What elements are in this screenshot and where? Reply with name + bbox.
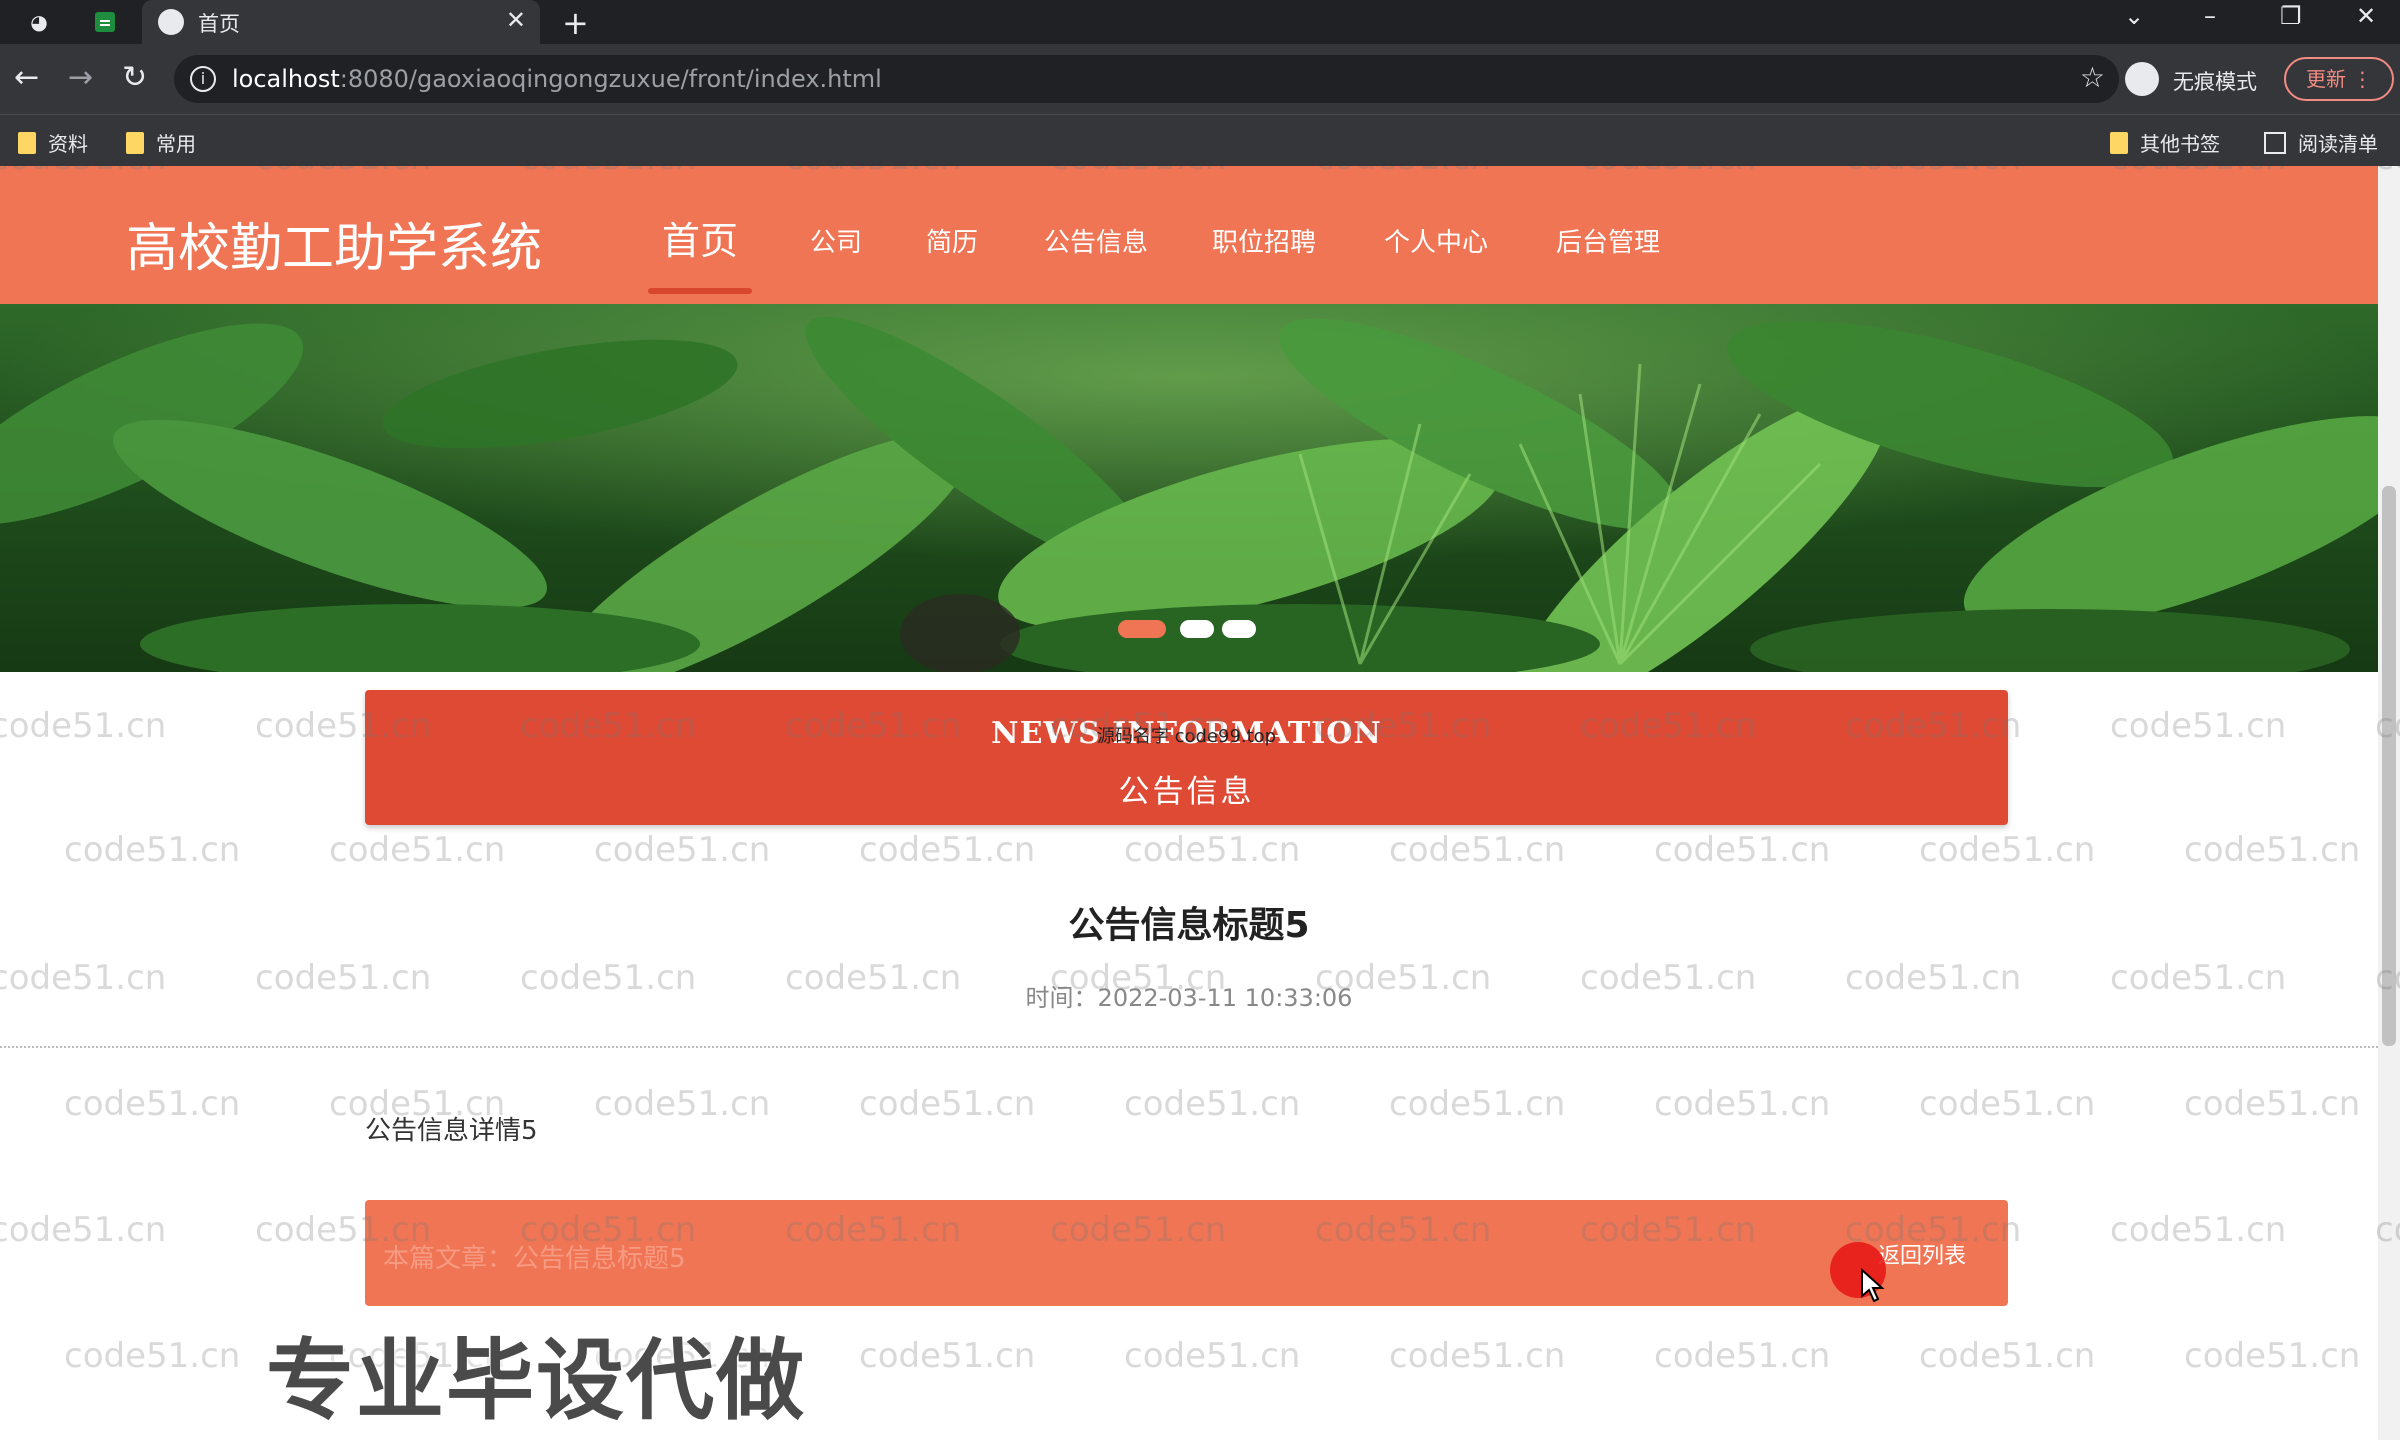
incognito-label: 无痕模式 [2173, 70, 2257, 94]
browser-menu-icon[interactable]: ◕ [26, 9, 52, 35]
folder-icon [18, 131, 36, 154]
watermark-text: code51.cn [594, 1084, 771, 1124]
bookmarks-bar: 资料 常用 其他书签 阅读清单 [0, 114, 2400, 166]
globe-icon [158, 9, 184, 35]
tab-home[interactable]: 首页 ✕ [142, 0, 540, 44]
current-article-label: 本篇文章：公告信息标题5 [383, 1244, 686, 1274]
tab-title: 首页 [198, 12, 240, 36]
watermark-text: code51.cn [1654, 1336, 1831, 1376]
watermark-text: code51.cn [2110, 1210, 2287, 1250]
watermark-text: code51.cn [2184, 1336, 2361, 1376]
watermark-text: code51.cn [2110, 706, 2287, 746]
nav-company[interactable]: 公司 [810, 222, 862, 259]
tab-search-icon[interactable]: ⌄ [2124, 2, 2144, 30]
watermark-text: code51.cn [2184, 1084, 2361, 1124]
watermark-text: code51.cn [64, 830, 241, 870]
site-title: 高校勤工助学系统 [126, 219, 543, 279]
jungle-banner-image [0, 304, 2378, 672]
incognito-icon [2125, 62, 2159, 96]
reload-icon[interactable]: ↻ [122, 60, 147, 95]
update-button[interactable]: 更新 ⋮ [2284, 57, 2394, 101]
watermark-text: code51.cn [594, 830, 771, 870]
close-tab-icon[interactable]: ✕ [506, 6, 526, 34]
nav-admin[interactable]: 后台管理 [1556, 222, 1660, 259]
promo-overlay-text: 专业毕设代做 [266, 1329, 807, 1432]
section-title-cn: 公告信息 [1118, 774, 1255, 810]
watermark-text: code51.cn [1124, 1336, 1301, 1376]
watermark-text: code51.cn [1124, 830, 1301, 870]
bookmark-folder-0[interactable]: 资料 [18, 128, 88, 157]
page-scrollbar[interactable] [2378, 166, 2400, 1440]
pinned-tab-icon[interactable] [92, 9, 118, 35]
watermark-text: code51.cn [859, 1084, 1036, 1124]
browser-toolbar: ← → ↻ i localhost:8080/gaoxiaoqingongzux… [0, 44, 2400, 114]
watermark-text: code51.cn [2184, 830, 2361, 870]
carousel-dot[interactable] [1180, 620, 1214, 638]
page-viewport: 高校勤工助学系统 首页 公司 简历 公告信息 职位招聘 个人中心 后台管理 NE… [0, 166, 2400, 1440]
watermark-text: code51.cn [859, 830, 1036, 870]
nav-resume[interactable]: 简历 [926, 222, 978, 259]
folder-icon [126, 131, 144, 154]
watermark-text: code51.cn [1389, 1336, 1566, 1376]
other-bookmarks[interactable]: 其他书签 [2110, 128, 2220, 157]
forward-icon[interactable]: → [68, 60, 93, 95]
divider [0, 1046, 2378, 1048]
watermark-text: code51.cn [1654, 1084, 1831, 1124]
restore-icon[interactable]: ❐ [2280, 2, 2302, 30]
window-close-icon[interactable]: ✕ [2356, 2, 2376, 30]
watermark-text: code51.cn [1919, 1084, 2096, 1124]
nav-home[interactable]: 首页 [662, 210, 738, 265]
watermark-text: code51.cn [0, 706, 167, 746]
reading-list-icon [2264, 131, 2286, 154]
nav-active-indicator [648, 288, 752, 294]
nav-notices[interactable]: 公告信息 [1044, 222, 1148, 259]
new-tab-button[interactable]: + [562, 4, 589, 42]
section-header: NEWS INFORMATION 源码名字 code99.top 公告信息 [365, 690, 2008, 825]
nav-jobs[interactable]: 职位招聘 [1212, 222, 1316, 259]
address-bar[interactable]: i localhost:8080/gaoxiaoqingongzuxue/fro… [174, 55, 2119, 103]
minimize-icon[interactable]: – [2204, 2, 2216, 30]
watermark-text: code51.cn [64, 1336, 241, 1376]
bookmark-folder-1[interactable]: 常用 [126, 128, 196, 157]
article-body: 公告信息详情5 [365, 1116, 538, 1146]
site-header: 高校勤工助学系统 首页 公司 简历 公告信息 职位招聘 个人中心 后台管理 [0, 166, 2378, 304]
watermark-text: code51.cn [1389, 1084, 1566, 1124]
watermark-text: code51.cn [1389, 830, 1566, 870]
banner-carousel[interactable] [0, 304, 2378, 672]
article-time: 时间：2022-03-11 10:33:06 [1025, 984, 1353, 1012]
url-text: localhost:8080/gaoxiaoqingongzuxue/front… [232, 65, 882, 93]
watermark-text: code51.cn [64, 1084, 241, 1124]
overlay-text: 源码名字 code99.top [1096, 726, 1277, 747]
bookmark-star-icon[interactable]: ☆ [2080, 61, 2105, 94]
back-icon[interactable]: ← [14, 60, 39, 95]
watermark-text: code51.cn [1654, 830, 1831, 870]
nav-personal-center[interactable]: 个人中心 [1384, 222, 1488, 259]
carousel-dot-active[interactable] [1118, 620, 1166, 638]
browser-tabbar: ◕ 首页 ✕ + ⌄ – ❐ ✕ [0, 0, 2400, 44]
watermark-text: code51.cn [859, 1336, 1036, 1376]
watermark-text: code51.cn [329, 830, 506, 870]
watermark-text: code51.cn [0, 1210, 167, 1250]
watermark-text: code51.cn [1919, 830, 2096, 870]
mouse-cursor-icon [1861, 1268, 1885, 1303]
reading-list[interactable]: 阅读清单 [2264, 128, 2378, 157]
watermark-text: code51.cn [1919, 1336, 2096, 1376]
article-title: 公告信息标题5 [1068, 905, 1310, 946]
article-footer-bar: 本篇文章：公告信息标题5 返回列表 [365, 1200, 2008, 1306]
folder-icon [2110, 131, 2128, 154]
watermark-text: code51.cn [1124, 1084, 1301, 1124]
back-to-list-link[interactable]: 返回列表 [1878, 1238, 1966, 1270]
scrollbar-thumb[interactable] [2382, 486, 2396, 1046]
carousel-dot[interactable] [1222, 620, 1256, 638]
site-info-icon[interactable]: i [190, 66, 216, 92]
